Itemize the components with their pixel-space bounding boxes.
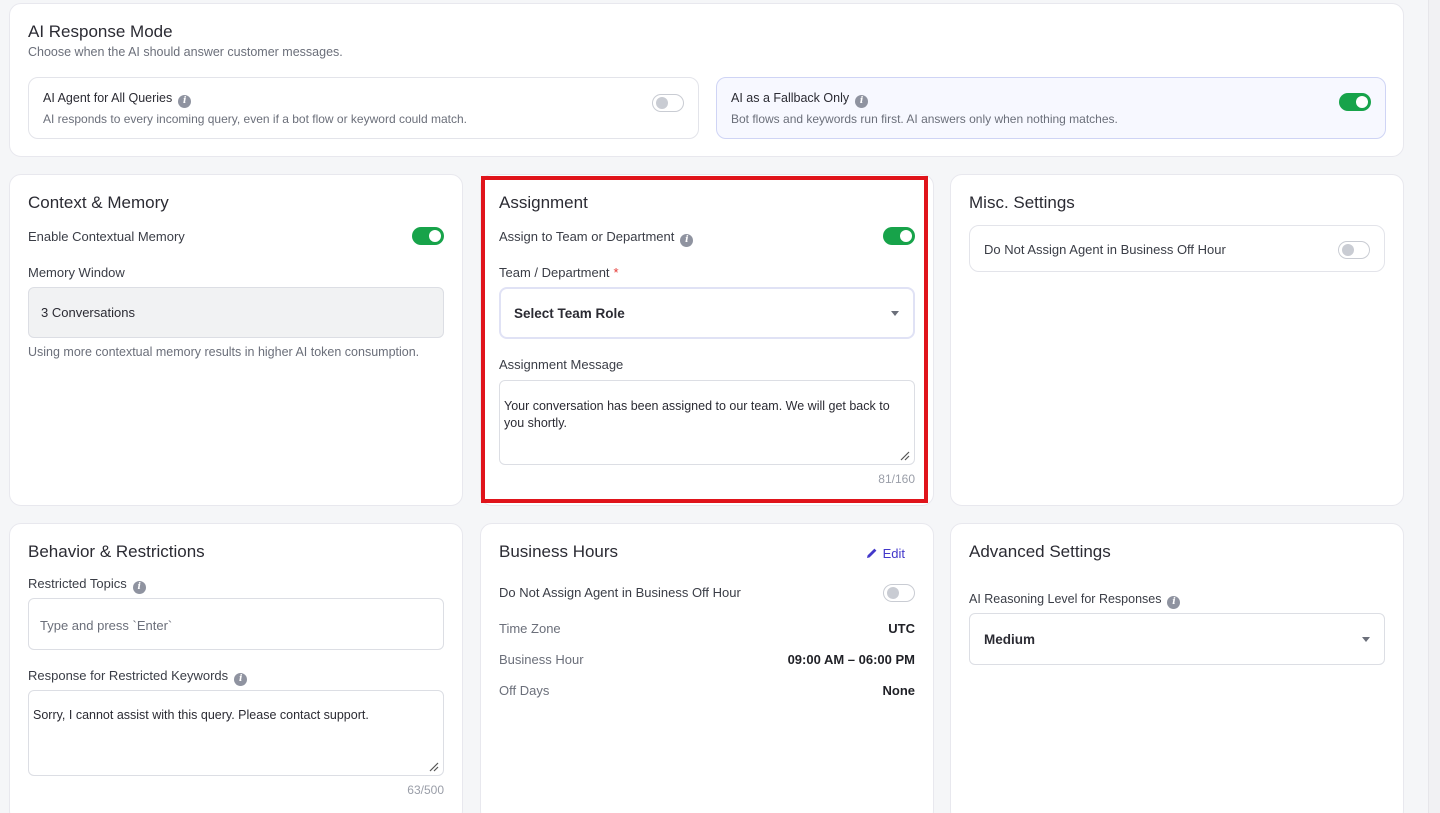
bh-off-hour-label: Do Not Assign Agent in Business Off Hour	[499, 585, 741, 600]
ai-response-mode-subtitle: Choose when the AI should answer custome…	[28, 45, 343, 59]
team-role-select[interactable]: Select Team Role	[499, 287, 915, 339]
fallback-toggle[interactable]	[1339, 93, 1371, 111]
misc-off-hour-toggle[interactable]	[1338, 241, 1370, 259]
resize-handle-icon[interactable]	[900, 451, 910, 461]
ai-response-mode-card: AI Response Mode Choose when the AI shou…	[9, 3, 1404, 157]
info-icon[interactable]: i	[855, 94, 869, 108]
behavior-title: Behavior & Restrictions	[28, 542, 205, 561]
page-scrollbar[interactable]	[1428, 0, 1440, 813]
business-hours-edit-link[interactable]: Edit	[866, 546, 905, 561]
mode-option-title: AI Agent for All Queries i	[43, 91, 192, 108]
advanced-settings-title: Advanced Settings	[969, 542, 1111, 561]
restricted-response-counter: 63/500	[407, 783, 444, 797]
chevron-down-icon	[891, 311, 899, 316]
assignment-message-text: Your conversation has been assigned to o…	[504, 399, 890, 430]
context-memory-title: Context & Memory	[28, 193, 169, 212]
reasoning-level-label: AI Reasoning Level for Responses i	[969, 592, 1181, 609]
restricted-response-label: Response for Restricted Keywords i	[28, 668, 248, 686]
restricted-response-textarea[interactable]: Sorry, I cannot assist with this query. …	[28, 690, 444, 776]
team-role-placeholder: Select Team Role	[514, 306, 625, 321]
memory-window-label: Memory Window	[28, 265, 125, 280]
memory-window-value: 3 Conversations	[41, 305, 135, 320]
info-icon[interactable]: i	[178, 94, 192, 108]
assign-team-label: Assign to Team or Department i	[499, 229, 694, 247]
bh-off-hour-toggle[interactable]	[883, 584, 915, 602]
business-hours-card: Business Hours Edit Do Not Assign Agent …	[480, 523, 934, 813]
reasoning-level-value: Medium	[984, 632, 1036, 647]
business-hours-title: Business Hours	[499, 542, 619, 561]
misc-settings-title: Misc. Settings	[969, 193, 1075, 212]
off-days-value: None	[882, 683, 916, 698]
assign-team-toggle[interactable]	[883, 227, 915, 245]
mode-option-all-queries[interactable]: AI Agent for All Queries i AI responds to…	[28, 77, 699, 139]
off-days-label: Off Days	[499, 683, 550, 698]
misc-settings-card: Misc. Settings Do Not Assign Agent in Bu…	[950, 174, 1404, 506]
mode-option-title: AI as a Fallback Only i	[731, 91, 869, 108]
time-zone-value: UTC	[888, 621, 915, 636]
info-icon[interactable]: i	[234, 672, 248, 686]
mode-option-description: Bot flows and keywords run first. AI ans…	[731, 112, 1118, 126]
behavior-restrictions-card: Behavior & Restrictions Restricted Topic…	[9, 523, 463, 813]
restricted-topics-placeholder: Type and press `Enter`	[40, 618, 173, 633]
business-hour-label: Business Hour	[499, 652, 584, 667]
all-queries-toggle[interactable]	[652, 94, 684, 112]
assignment-title: Assignment	[499, 193, 588, 212]
memory-note: Using more contextual memory results in …	[28, 345, 420, 359]
ai-response-mode-title: AI Response Mode	[28, 22, 173, 41]
assignment-message-label: Assignment Message	[499, 357, 624, 372]
assignment-card: Assignment Assign to Team or Department i…	[480, 174, 934, 506]
assignment-message-textarea[interactable]: Your conversation has been assigned to o…	[499, 380, 915, 465]
info-icon[interactable]: i	[680, 233, 694, 247]
business-hour-value: 09:00 AM – 06:00 PM	[787, 652, 915, 667]
info-icon[interactable]: i	[1167, 595, 1181, 609]
reasoning-level-select[interactable]: Medium	[969, 613, 1385, 665]
chevron-down-icon	[1362, 637, 1370, 642]
info-icon[interactable]: i	[132, 580, 146, 594]
time-zone-label: Time Zone	[499, 621, 561, 636]
misc-off-hour-option[interactable]: Do Not Assign Agent in Business Off Hour	[969, 225, 1385, 272]
resize-handle-icon[interactable]	[429, 762, 439, 772]
memory-window-select[interactable]: 3 Conversations	[28, 287, 444, 338]
context-memory-card: Context & Memory Enable Contextual Memor…	[9, 174, 463, 506]
mode-option-fallback[interactable]: AI as a Fallback Only i Bot flows and key…	[716, 77, 1386, 139]
restricted-response-text: Sorry, I cannot assist with this query. …	[33, 708, 369, 722]
team-department-label: Team / Department *	[499, 265, 619, 280]
mode-option-description: AI responds to every incoming query, eve…	[43, 112, 467, 126]
restricted-topics-label: Restricted Topics i	[28, 576, 146, 594]
contextual-memory-label: Enable Contextual Memory	[28, 229, 185, 244]
advanced-settings-card: Advanced Settings AI Reasoning Level for…	[950, 523, 1404, 813]
restricted-topics-input[interactable]: Type and press `Enter`	[28, 598, 444, 650]
contextual-memory-toggle[interactable]	[412, 227, 444, 245]
pencil-icon	[866, 548, 876, 558]
misc-off-hour-label: Do Not Assign Agent in Business Off Hour	[984, 242, 1226, 257]
assignment-message-counter: 81/160	[878, 472, 915, 486]
